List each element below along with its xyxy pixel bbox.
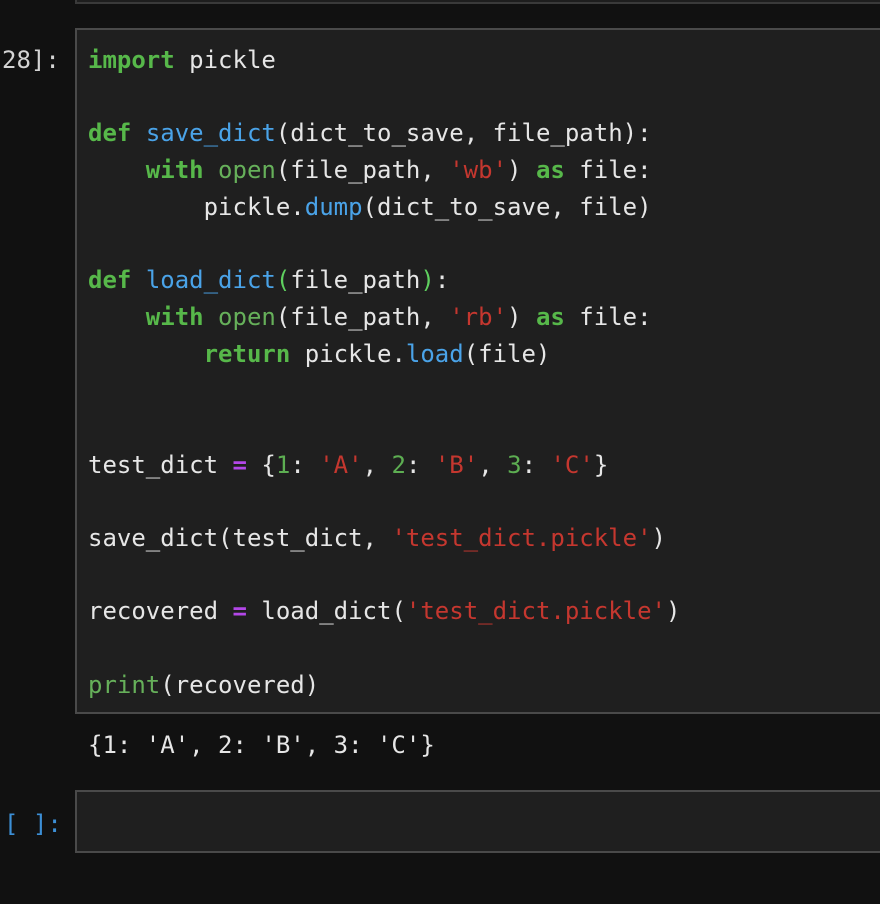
code-text: pickle. xyxy=(203,193,305,221)
code-line-3: def save_dict(dict_to_save, file_path): xyxy=(88,118,652,148)
code-text: , xyxy=(478,451,508,479)
code-text: : xyxy=(434,266,450,294)
code-text: : xyxy=(405,451,435,479)
code-text: { xyxy=(246,451,276,479)
code-text: : xyxy=(521,451,551,479)
keyword: as xyxy=(535,303,565,331)
previous-code-cell[interactable] xyxy=(75,0,880,4)
code-text: file_path xyxy=(290,266,421,294)
code-line-9: return pickle.load(file) xyxy=(88,339,551,369)
code-text: file: xyxy=(564,303,652,331)
code-text: : xyxy=(290,451,320,479)
operator: = xyxy=(232,597,247,625)
keyword: import xyxy=(88,46,175,74)
string-literal: 'test_dict.pickle' xyxy=(391,524,652,552)
code-text: (file_path, xyxy=(275,303,450,331)
string-literal: 'B' xyxy=(434,451,479,479)
builtin: open xyxy=(218,303,276,331)
function-name: save_dict xyxy=(145,119,276,147)
string-literal: 'rb' xyxy=(449,303,508,331)
code-text: (dict_to_save, file) xyxy=(362,193,652,221)
keyword: with xyxy=(145,156,204,184)
code-text: pickle xyxy=(174,46,276,74)
keyword: return xyxy=(203,340,291,368)
number-literal: 2 xyxy=(391,451,406,479)
paren: ) xyxy=(420,266,435,294)
string-literal: 'A' xyxy=(319,451,363,479)
code-text: load_dict( xyxy=(246,597,406,625)
empty-code-cell-editor[interactable] xyxy=(75,790,880,853)
code-text: (recovered) xyxy=(160,671,320,699)
code-text: ) xyxy=(666,597,681,625)
keyword: def xyxy=(88,119,132,147)
cell-output: {1: 'A', 2: 'B', 3: 'C'} xyxy=(88,731,435,759)
code-text: ) xyxy=(507,156,536,184)
code-text: (file) xyxy=(463,340,551,368)
code-text: ) xyxy=(651,524,666,552)
code-text: , xyxy=(362,451,392,479)
code-line-7: def load_dict(file_path): xyxy=(88,265,449,295)
function-name: dump xyxy=(304,193,363,221)
keyword: def xyxy=(88,266,132,294)
code-text: test_dict xyxy=(88,451,233,479)
builtin: print xyxy=(88,671,161,699)
code-line-4: with open(file_path, 'wb') as file: xyxy=(88,155,652,185)
code-text: (file_path, xyxy=(275,156,450,184)
code-text: recovered xyxy=(88,597,233,625)
code-text: ) xyxy=(507,303,536,331)
code-text: } xyxy=(593,451,609,479)
number-literal: 3 xyxy=(507,451,522,479)
code-text: (dict_to_save, file_path): xyxy=(275,119,652,147)
code-line-18: print(recovered) xyxy=(88,670,319,700)
keyword: as xyxy=(535,156,565,184)
code-line-16: recovered = load_dict('test_dict.pickle'… xyxy=(88,596,680,626)
code-text: pickle. xyxy=(290,340,406,368)
paren: ( xyxy=(275,266,291,294)
string-literal: 'test_dict.pickle' xyxy=(405,597,666,625)
number-literal: 1 xyxy=(275,451,291,479)
function-name: load_dict xyxy=(145,266,276,294)
function-name: load xyxy=(405,340,464,368)
code-line-14: save_dict(test_dict, 'test_dict.pickle') xyxy=(88,523,666,553)
cell-execution-count: 28]: xyxy=(2,46,60,74)
code-text: save_dict(test_dict, xyxy=(88,524,392,552)
code-line-12: test_dict = {1: 'A', 2: 'B', 3: 'C'} xyxy=(88,450,608,480)
builtin: open xyxy=(218,156,276,184)
string-literal: 'wb' xyxy=(449,156,508,184)
keyword: with xyxy=(145,303,204,331)
string-literal: 'C' xyxy=(550,451,594,479)
code-line-8: with open(file_path, 'rb') as file: xyxy=(88,302,652,332)
code-line-5: pickle.dump(dict_to_save, file) xyxy=(88,192,652,222)
operator: = xyxy=(232,451,247,479)
code-line-1: import pickle xyxy=(88,45,276,75)
code-text: file: xyxy=(564,156,652,184)
empty-cell-prompt: [ ]: xyxy=(4,810,62,838)
